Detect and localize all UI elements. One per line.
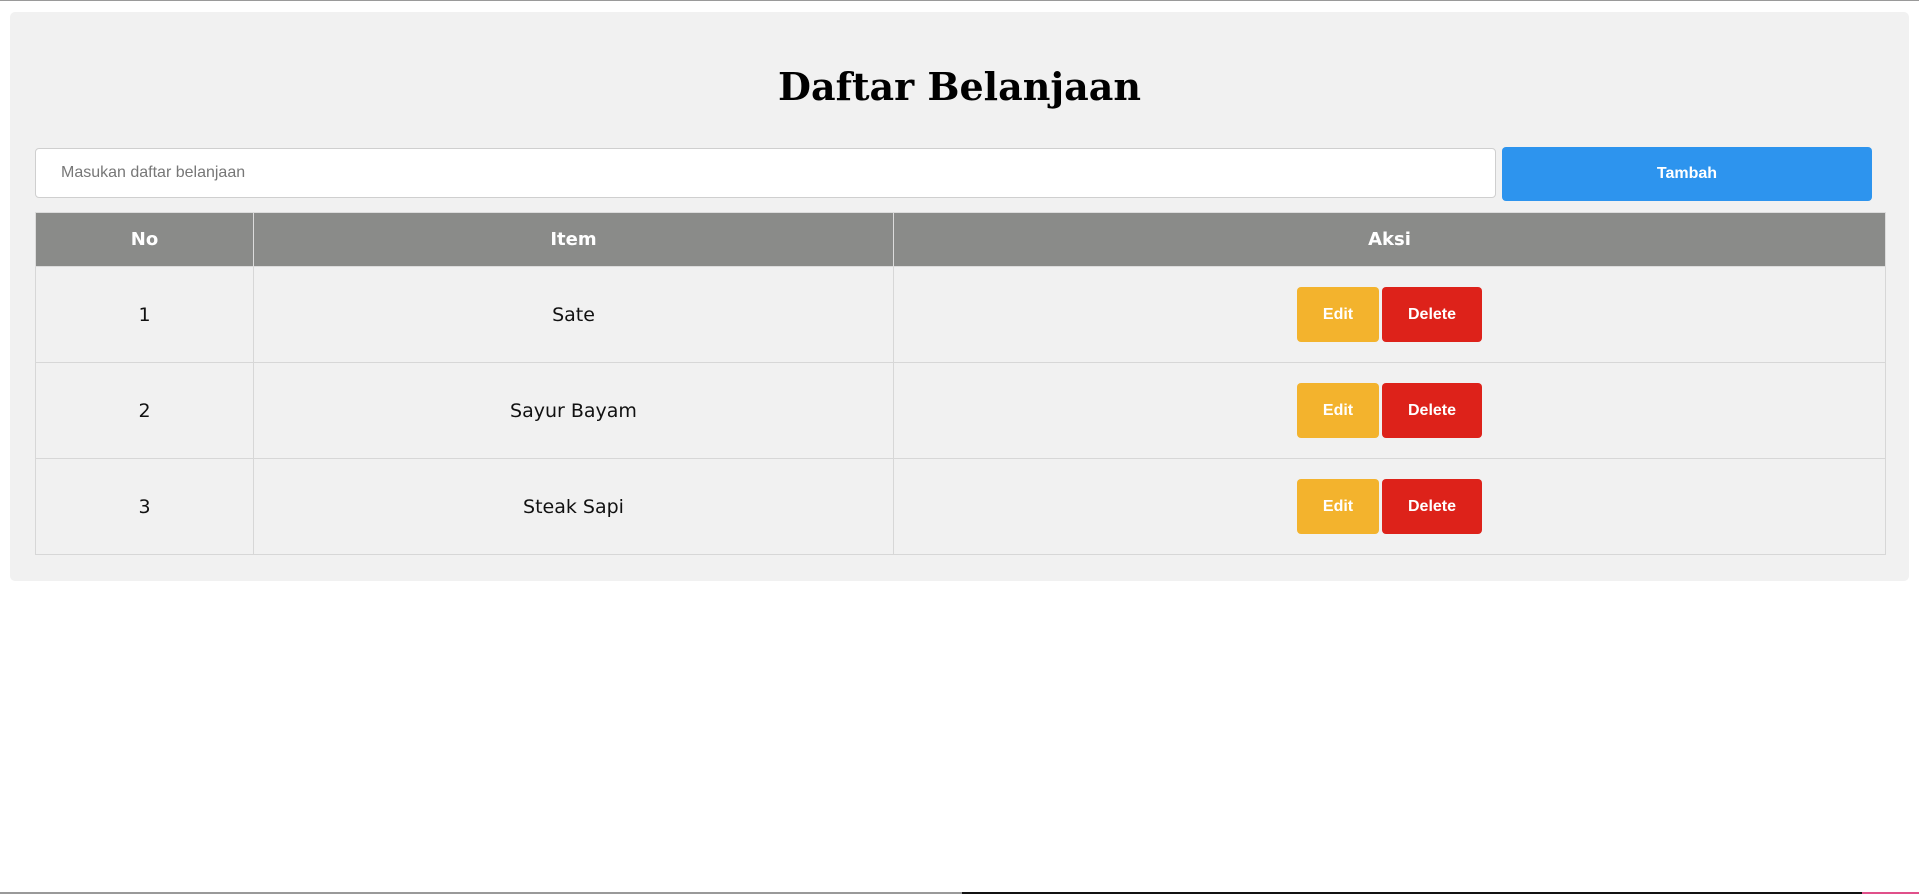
add-item-button[interactable]: Tambah [1502, 147, 1872, 201]
edit-button[interactable]: Edit [1297, 287, 1379, 342]
shopping-list-table: No Item Aksi 1 Sate Edit Delete 2 Sayur B… [35, 212, 1886, 555]
delete-button[interactable]: Delete [1382, 287, 1482, 342]
table-row: 3 Steak Sapi Edit Delete [35, 458, 1886, 555]
delete-button[interactable]: Delete [1382, 383, 1482, 438]
edit-button[interactable]: Edit [1297, 383, 1379, 438]
row-number: 1 [35, 266, 254, 363]
row-item: Sate [253, 266, 894, 363]
row-number: 2 [35, 362, 254, 459]
row-actions: Edit Delete [893, 266, 1886, 363]
page-title: Daftar Belanjaan [778, 64, 1141, 109]
row-actions: Edit Delete [893, 362, 1886, 459]
row-number: 3 [35, 458, 254, 555]
column-header-no: No [35, 212, 254, 267]
row-item: Sayur Bayam [253, 362, 894, 459]
table-row: 1 Sate Edit Delete [35, 266, 1886, 363]
top-border [0, 0, 1919, 1]
table-row: 2 Sayur Bayam Edit Delete [35, 362, 1886, 459]
delete-button[interactable]: Delete [1382, 479, 1482, 534]
column-header-item: Item [253, 212, 894, 267]
shopping-item-input[interactable] [35, 148, 1496, 198]
row-item: Steak Sapi [253, 458, 894, 555]
row-actions: Edit Delete [893, 458, 1886, 555]
column-header-aksi: Aksi [893, 212, 1886, 267]
edit-button[interactable]: Edit [1297, 479, 1379, 534]
table-header-row: No Item Aksi [35, 212, 1886, 267]
